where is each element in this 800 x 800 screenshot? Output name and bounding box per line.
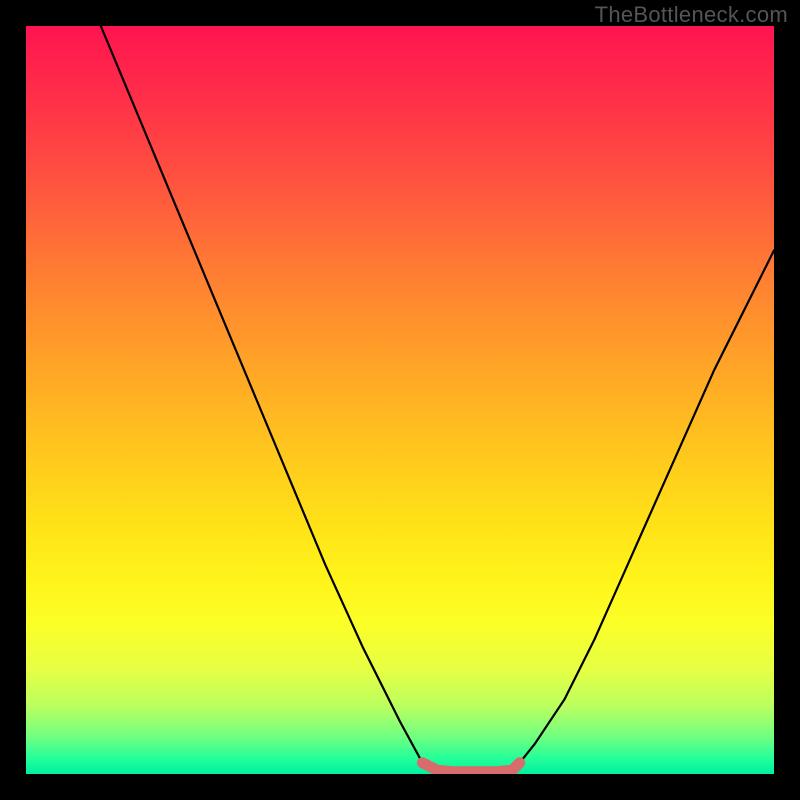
optimal-zone-marker xyxy=(422,763,519,772)
left-curve xyxy=(101,26,438,770)
right-curve xyxy=(505,250,774,770)
chart-frame: TheBottleneck.com xyxy=(0,0,800,800)
chart-svg xyxy=(26,26,774,774)
watermark-text: TheBottleneck.com xyxy=(595,2,788,28)
plot-area xyxy=(26,26,774,774)
